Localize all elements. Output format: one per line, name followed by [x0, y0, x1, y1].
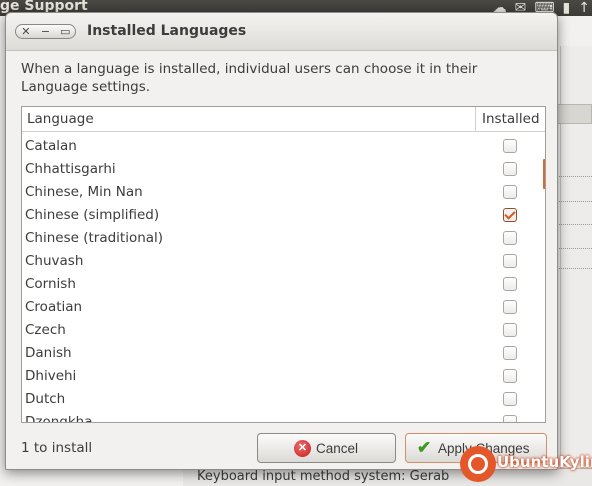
- installed-checkbox[interactable]: [503, 162, 517, 176]
- background-row-divider: [556, 176, 592, 177]
- language-rows: Catalan Chhattisgarhi Chinese, Min Nan Chin…: [22, 135, 545, 423]
- language-name: Chinese (simplified): [25, 207, 160, 223]
- installed-checkbox[interactable]: [503, 254, 517, 268]
- language-list[interactable]: Language Installed Catalan Chhattisgarhi C…: [21, 106, 546, 423]
- language-name: Chhattisgarhi: [25, 161, 116, 177]
- column-header-language[interactable]: Language: [27, 111, 94, 127]
- close-icon[interactable]: ✕: [18, 25, 34, 38]
- column-headers: Language Installed: [22, 107, 545, 132]
- list-item[interactable]: Danish: [22, 342, 545, 365]
- column-header-installed[interactable]: Installed: [475, 107, 545, 132]
- language-name: Croatian: [25, 299, 83, 315]
- minimize-icon[interactable]: −: [37, 25, 53, 38]
- dialog-description: When a language is installed, individual…: [21, 61, 478, 95]
- language-name: Catalan: [25, 138, 77, 154]
- language-name: Chuvash: [25, 253, 84, 269]
- list-item[interactable]: Czech: [22, 319, 545, 342]
- window-controls: ✕ − ▭: [15, 24, 76, 39]
- ubuntukylin-watermark: UbuntuKylin: [460, 445, 592, 483]
- install-status: 1 to install: [21, 440, 93, 456]
- watermark-text: UbuntuKylin: [497, 453, 592, 471]
- installed-checkbox[interactable]: [503, 139, 517, 153]
- checkmark-icon: ✔: [417, 438, 432, 457]
- installed-checkbox[interactable]: [503, 415, 517, 422]
- list-item[interactable]: Dhivehi: [22, 365, 545, 388]
- installed-checkbox[interactable]: [503, 208, 517, 222]
- language-name: Chinese (traditional): [25, 230, 164, 246]
- battery-icon[interactable]: ▮: [563, 1, 571, 15]
- list-item[interactable]: Cornish: [22, 273, 545, 296]
- installed-checkbox[interactable]: [503, 185, 517, 199]
- background-row-divider: [556, 268, 592, 269]
- list-item[interactable]: Chinese (traditional): [22, 227, 545, 250]
- list-item[interactable]: Catalan: [22, 135, 545, 158]
- list-item[interactable]: Dutch: [22, 388, 545, 411]
- cancel-icon: ✕: [294, 440, 311, 457]
- cancel-button-label: Cancel: [316, 440, 359, 456]
- language-name: Danish: [25, 345, 72, 361]
- installed-checkbox[interactable]: [503, 323, 517, 337]
- background-row-divider: [556, 201, 592, 202]
- language-name: Chinese, Min Nan: [25, 184, 143, 200]
- language-name: Dhivehi: [25, 368, 77, 384]
- clock-icon[interactable]: ↑: [578, 1, 590, 15]
- dialog-titlebar[interactable]: ✕ − ▭ Installed Languages: [6, 13, 557, 51]
- list-item[interactable]: Chuvash: [22, 250, 545, 273]
- language-name: Dutch: [25, 391, 66, 407]
- background-row-divider: [556, 248, 592, 249]
- installed-checkbox[interactable]: [503, 277, 517, 291]
- language-name: Dzongkha: [25, 414, 93, 423]
- list-item[interactable]: Dzongkha: [22, 411, 545, 423]
- installed-checkbox[interactable]: [503, 231, 517, 245]
- installed-checkbox[interactable]: [503, 369, 517, 383]
- cancel-button[interactable]: ✕ Cancel: [257, 433, 396, 463]
- language-name: Cornish: [25, 276, 76, 292]
- list-item[interactable]: Chinese, Min Nan: [22, 181, 545, 204]
- installed-checkbox[interactable]: [503, 346, 517, 360]
- dialog-title: Installed Languages: [87, 23, 247, 39]
- list-item[interactable]: Croatian: [22, 296, 545, 319]
- scrollbar-indicator[interactable]: [543, 159, 545, 189]
- list-item[interactable]: Chhattisgarhi: [22, 158, 545, 181]
- installed-checkbox[interactable]: [503, 392, 517, 406]
- list-item[interactable]: Chinese (simplified): [22, 204, 545, 227]
- maximize-icon[interactable]: ▭: [57, 25, 73, 38]
- background-row-divider: [556, 224, 592, 225]
- ubuntukylin-logo-icon: [460, 446, 496, 482]
- background-tab: [556, 104, 592, 124]
- language-name: Czech: [25, 322, 66, 338]
- installed-checkbox[interactable]: [503, 300, 517, 314]
- installed-languages-dialog: ✕ − ▭ Installed Languages When a languag…: [5, 12, 558, 470]
